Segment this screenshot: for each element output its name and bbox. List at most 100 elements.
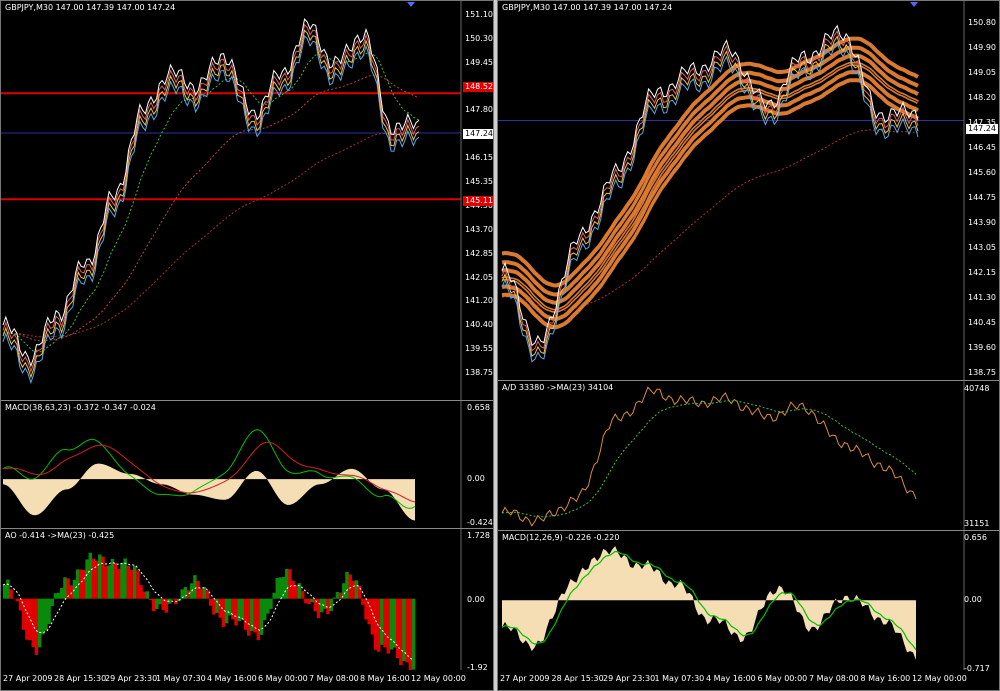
left-ao-title: AO -0.414 ->MA(23) -0.425 (5, 531, 115, 540)
ao-bar (316, 598, 321, 619)
ao-bar (151, 598, 156, 612)
right-macd-tick: 0.656 (964, 533, 987, 542)
ao-bar (12, 598, 16, 600)
price-tick-label: 138.75 (465, 368, 493, 377)
ao-bar (41, 598, 45, 635)
ao-bar (170, 598, 175, 600)
left-macd-pane[interactable]: MACD(38,63,23) -0.372 -0.347 -0.024 0.65… (1, 401, 493, 529)
ao-bar (285, 568, 289, 599)
ao-bar (411, 598, 416, 670)
ao-bar (383, 598, 387, 648)
left-ao-chart (2, 529, 462, 670)
ao-bar (72, 579, 77, 599)
right-macd-tick: 0.00 (964, 595, 982, 604)
ao-bar (199, 588, 203, 599)
time-tick-label: 1 May 07:30 (156, 674, 206, 683)
ao-bar (158, 598, 162, 605)
time-tick-label: 27 Apr 2009 (3, 674, 53, 683)
time-tick-label: 7 May 08:00 (809, 674, 859, 683)
ao-bar (335, 592, 340, 599)
right-chart-window[interactable]: GBPJPY,M30 147.00 147.39 147.00 147.24 1… (497, 0, 1000, 691)
ao-bar (209, 598, 213, 606)
ao-bar (392, 598, 397, 648)
ao-bar (228, 598, 232, 616)
ao-bar (294, 585, 299, 599)
time-tick-label: 29 Apr 23:30 (603, 674, 656, 683)
ao-bar (323, 598, 327, 609)
ao-bar (332, 597, 337, 599)
ao-bar (63, 577, 67, 599)
ao-bar (126, 565, 131, 599)
ao-bar (399, 598, 403, 666)
ao-bar (247, 598, 251, 636)
left-chart-window[interactable]: GBPJPY,M30 147.00 147.39 147.00 147.24 1… (0, 0, 494, 691)
ao-bar (348, 574, 352, 599)
price-tick-label: 149.05 (968, 68, 996, 77)
price-tick-label: 141.20 (465, 296, 493, 306)
right-time-axis: 27 Apr 2009 28 Apr 15:30 29 Apr 23:30 1 May… (498, 670, 999, 690)
left-ao-pane[interactable]: AO -0.414 ->MA(23) -0.425 1.728 0.00 -1.… (1, 529, 493, 690)
right-price-title: GBPJPY,M30 147.00 147.39 147.00 147.24 (502, 3, 673, 12)
ao-bar (183, 586, 188, 599)
ribbon-moving-average (501, 36, 919, 288)
ao-bar (107, 565, 112, 599)
ao-bar (50, 598, 55, 606)
ao-bar (98, 554, 102, 599)
price-tick-label: 149.90 (968, 43, 996, 52)
current-price-tag: 147.24 (463, 129, 493, 139)
ao-bar (101, 556, 105, 599)
ao-bar (3, 584, 7, 599)
ao-bar (91, 558, 96, 599)
ao-bar (139, 585, 143, 599)
ao-bar (34, 598, 39, 655)
price-tick-label: 142.85 (465, 248, 493, 258)
left-price-pane[interactable]: GBPJPY,M30 147.00 147.39 147.00 147.24 1… (1, 1, 493, 401)
price-tick-label: 145.35 (465, 177, 493, 187)
price-tick-label: 145.60 (968, 168, 996, 177)
right-macd-chart (501, 531, 965, 670)
time-tick-label: 27 Apr 2009 (500, 674, 550, 683)
time-tick-label: 12 May 00:00 (912, 674, 967, 683)
ao-bar (262, 598, 267, 621)
time-tick-label: 4 May 16:00 (706, 674, 756, 683)
ao-bar (104, 566, 108, 599)
price-tick-label: 151.10 (465, 10, 493, 19)
ao-bar (278, 577, 283, 599)
ao-bar (237, 598, 241, 622)
price-tick-label: 143.70 (465, 224, 493, 234)
ao-bar (25, 598, 29, 640)
ao-bar (202, 587, 207, 599)
time-tick-label: 4 May 16:00 (207, 674, 257, 683)
ao-bar (370, 598, 375, 635)
ao-bar (240, 598, 245, 620)
right-price-pane[interactable]: GBPJPY,M30 147.00 147.39 147.00 147.24 1… (498, 1, 999, 381)
right-macd-pane[interactable]: MACD(12,26,9) -0.226 -0.220 0.656 0.00 -… (498, 531, 999, 690)
right-ad-pane[interactable]: A/D 33380 ->MA(23) 34104 40748 31151 (498, 381, 999, 531)
price-tick-label: 150.80 (968, 18, 996, 27)
left-price-chart (1, 1, 462, 400)
ao-bar (56, 592, 61, 599)
ao-bar (329, 598, 333, 611)
ao-bar (88, 552, 93, 599)
ao-bar (221, 598, 226, 627)
time-tick-label: 29 Apr 23:30 (105, 674, 158, 683)
ao-bar (300, 590, 305, 599)
price-tick-label: 140.40 (465, 320, 493, 330)
left-macd-tick: -0.424 (467, 518, 493, 527)
price-tick-label: 146.15 (465, 153, 493, 163)
ao-bar (94, 560, 99, 599)
ao-bar (9, 589, 13, 599)
price-tick-label: 148.20 (968, 93, 996, 102)
macd-histogram (502, 546, 916, 661)
ao-bar (155, 598, 159, 610)
ao-bar (354, 580, 359, 599)
ad-moving-average (501, 400, 917, 518)
ao-bar (380, 598, 384, 645)
right-ad-title: A/D 33380 ->MA(23) 34104 (502, 383, 614, 392)
ao-bar (186, 590, 191, 599)
ao-bar (15, 598, 20, 602)
ao-bar (142, 591, 146, 599)
current-price-tag: 147.24 (966, 124, 998, 134)
ao-bar (47, 598, 51, 624)
price-tick-label: 150.30 (465, 33, 493, 43)
